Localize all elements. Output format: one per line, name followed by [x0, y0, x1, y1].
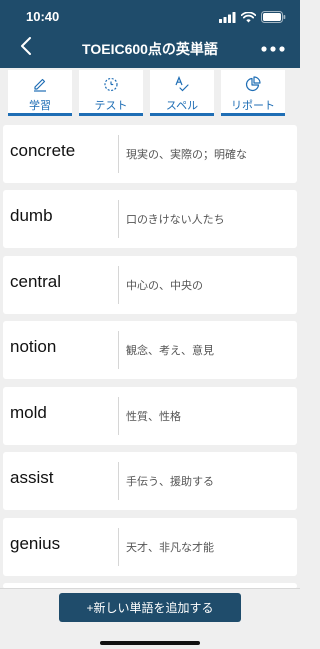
timer-icon: [103, 76, 119, 92]
header: 10:40 TOEIC600点の英単語: [0, 0, 300, 68]
tab-bar: 学習 テスト スペル リポート: [0, 68, 300, 120]
divider: [118, 462, 119, 500]
tab-study[interactable]: 学習: [8, 70, 72, 116]
word-term: dumb: [10, 206, 53, 225]
ellipsis-icon: [261, 39, 285, 57]
divider: [118, 266, 119, 304]
word-definition: 口のきけない人たち: [126, 214, 225, 226]
status-bar: 10:40: [0, 0, 300, 30]
divider: [118, 135, 119, 173]
list-item[interactable]: genius 天才、非凡な才能: [3, 518, 297, 576]
list-item[interactable]: mold 性質、性格: [3, 387, 297, 445]
list-item[interactable]: assist 手伝う、援助する: [3, 452, 297, 510]
home-indicator[interactable]: [100, 641, 200, 645]
add-word-button[interactable]: +新しい単語を追加する: [59, 593, 241, 622]
tab-spell[interactable]: スペル: [150, 70, 214, 116]
tab-label: リポート: [231, 100, 275, 112]
divider: [118, 528, 119, 566]
word-term: concrete: [10, 141, 76, 160]
word-term: mold: [10, 403, 47, 422]
chevron-left-icon: [20, 36, 32, 60]
list-item[interactable]: notion 観念、考え、意見: [3, 321, 297, 379]
word-term: assist: [10, 468, 54, 487]
list-item[interactable]: dumb 口のきけない人たち: [3, 190, 297, 248]
wifi-icon: [240, 10, 257, 28]
divider: [118, 200, 119, 238]
back-button[interactable]: [14, 36, 38, 60]
tab-label: スペル: [165, 100, 199, 112]
status-time: 10:40: [26, 9, 60, 24]
page-title: TOEIC600点の英単語: [82, 41, 218, 57]
word-definition: 中心の、中央の: [126, 280, 203, 292]
word-definition: 性質、性格: [126, 411, 181, 423]
nav-bar: TOEIC600点の英単語: [0, 30, 300, 68]
divider: [118, 331, 119, 369]
word-definition: 観念、考え、意見: [126, 345, 214, 357]
more-button[interactable]: [258, 38, 288, 58]
divider: [118, 397, 119, 435]
battery-icon: [261, 10, 286, 28]
app-screen: 10:40 TOEIC600点の英単語 学習 テスト スペル リポート conc…: [0, 0, 300, 649]
spell-check-icon: [174, 76, 190, 92]
word-definition: 現実の、実際の；明確な: [126, 149, 247, 161]
list-item[interactable]: central 中心の、中央の: [3, 256, 297, 314]
bottom-bar: +新しい単語を追加する: [0, 588, 300, 649]
word-term: notion: [10, 337, 57, 356]
tab-report[interactable]: リポート: [221, 70, 285, 116]
pencil-icon: [32, 76, 48, 92]
word-definition: 手伝う、援助する: [126, 476, 214, 488]
tab-label: 学習: [29, 100, 51, 112]
tab-label: テスト: [94, 100, 128, 112]
tab-test[interactable]: テスト: [79, 70, 143, 116]
word-term: genius: [10, 534, 61, 553]
word-definition: 天才、非凡な才能: [126, 542, 214, 554]
pie-chart-icon: [245, 76, 261, 92]
signal-icon: [219, 10, 236, 28]
list-item[interactable]: concrete 現実の、実際の；明確な: [3, 125, 297, 183]
word-term: central: [10, 272, 62, 291]
status-icons: [219, 10, 286, 28]
